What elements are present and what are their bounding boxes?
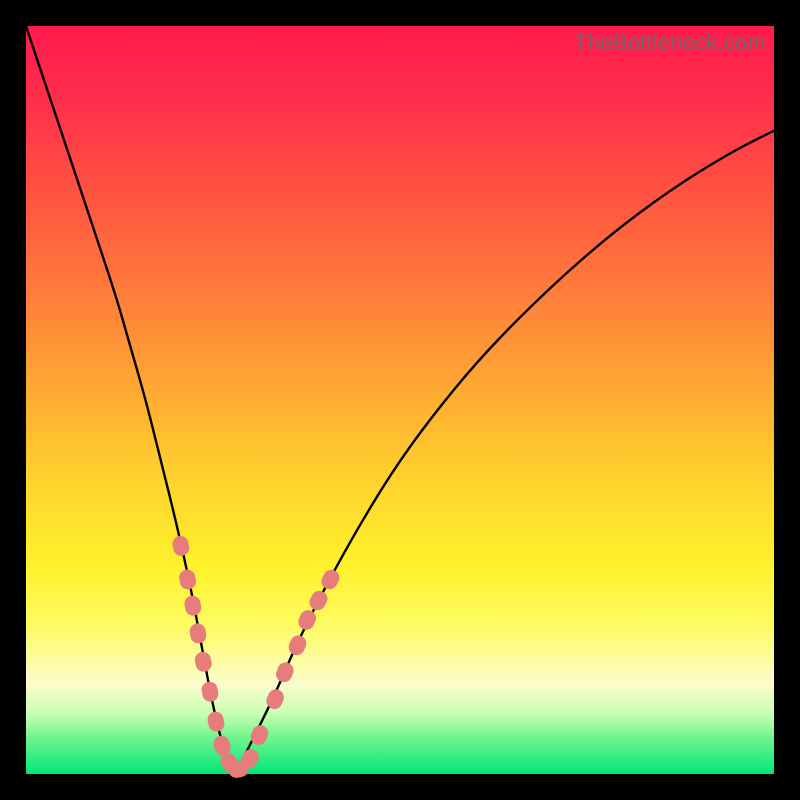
curve-marker bbox=[188, 622, 207, 645]
curve-marker bbox=[178, 568, 198, 591]
curve-marker bbox=[318, 567, 342, 592]
chart-plot-area: TheBottleneck.com bbox=[26, 26, 774, 774]
curve-line bbox=[26, 26, 774, 768]
marker-group bbox=[171, 535, 342, 780]
curve-marker bbox=[193, 650, 213, 673]
curve-marker bbox=[206, 710, 226, 733]
curve-marker bbox=[171, 535, 191, 558]
bottleneck-curve bbox=[26, 26, 774, 774]
curve-marker bbox=[274, 660, 296, 685]
chart-frame: TheBottleneck.com bbox=[0, 0, 800, 800]
curve-marker bbox=[200, 680, 220, 703]
curve-marker bbox=[286, 633, 309, 658]
curve-marker bbox=[307, 588, 331, 613]
curve-marker bbox=[183, 594, 203, 617]
curve-marker bbox=[296, 607, 319, 632]
